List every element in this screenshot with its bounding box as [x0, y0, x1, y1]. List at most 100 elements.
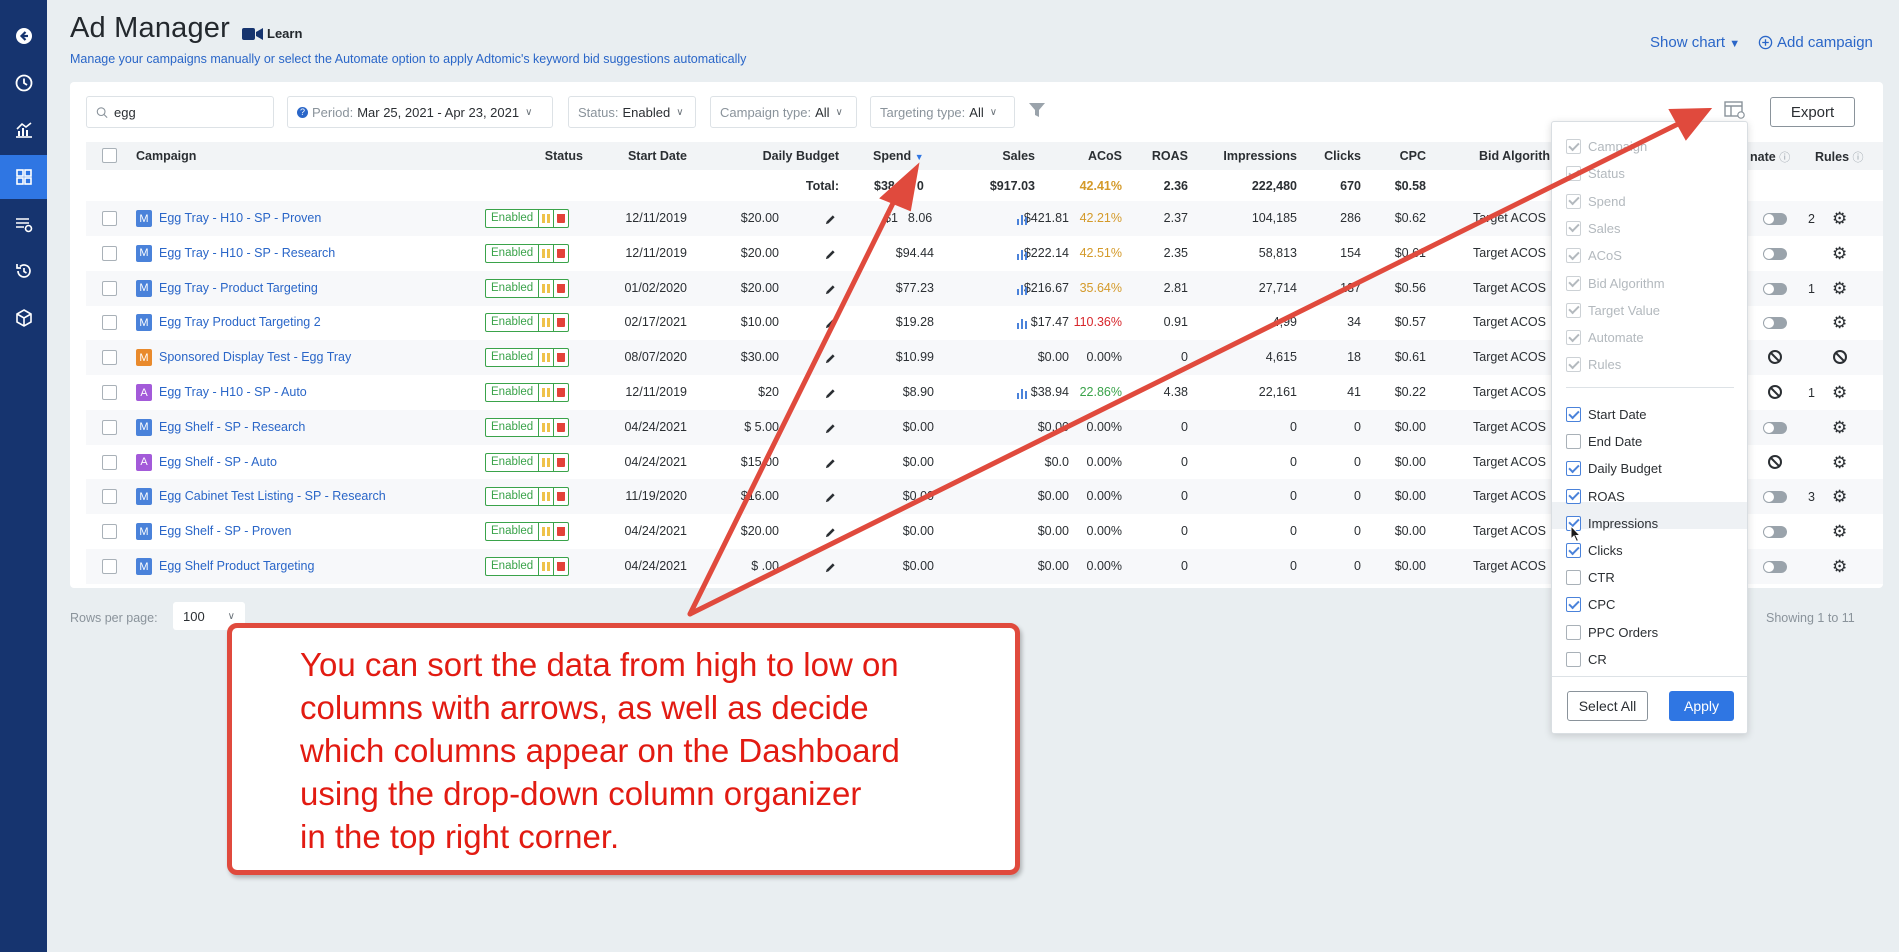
- status-enabled-button[interactable]: Enabled: [486, 419, 538, 436]
- automate-toggle[interactable]: [1763, 247, 1787, 260]
- col-roas[interactable]: ROAS: [1130, 149, 1188, 163]
- gear-icon[interactable]: ⚙: [1832, 454, 1847, 471]
- pause-button[interactable]: [538, 349, 553, 367]
- status-enabled-button[interactable]: Enabled: [486, 245, 538, 262]
- edit-pencil-icon[interactable]: [825, 212, 836, 230]
- delete-button[interactable]: [553, 558, 568, 575]
- row-checkbox[interactable]: [102, 489, 117, 505]
- pause-button[interactable]: [538, 488, 553, 506]
- campaign-name-link[interactable]: Egg Tray Product Targeting 2: [159, 315, 321, 329]
- col-automate[interactable]: nate ⓘ: [1750, 149, 1790, 165]
- gear-icon[interactable]: ⚙: [1832, 280, 1847, 297]
- back-icon[interactable]: [0, 14, 47, 58]
- status-filter[interactable]: Status: Enabled ∨: [568, 96, 696, 128]
- sales-chart-icon[interactable]: [1017, 282, 1027, 300]
- delete-button[interactable]: [553, 453, 568, 471]
- campaign-type-filter[interactable]: Campaign type: All ∨: [710, 96, 857, 128]
- checkbox-unchecked[interactable]: [1566, 651, 1581, 667]
- column-option[interactable]: CPC: [1566, 597, 1615, 613]
- automate-toggle[interactable]: [1763, 421, 1787, 434]
- automate-toggle[interactable]: [1763, 561, 1787, 573]
- row-checkbox[interactable]: [102, 385, 117, 400]
- edit-pencil-icon[interactable]: [825, 490, 836, 508]
- col-acos[interactable]: ACoS: [1050, 149, 1122, 163]
- list-settings-icon[interactable]: [0, 202, 47, 246]
- delete-button[interactable]: [553, 210, 568, 227]
- campaign-name-link[interactable]: Egg Shelf - SP - Research: [159, 420, 305, 434]
- status-enabled-button[interactable]: Enabled: [486, 314, 538, 331]
- row-checkbox[interactable]: [102, 211, 117, 226]
- pause-button[interactable]: [538, 418, 553, 436]
- status-enabled-button[interactable]: Enabled: [486, 349, 538, 366]
- edit-pencil-icon[interactable]: [825, 247, 836, 265]
- row-checkbox[interactable]: [102, 524, 117, 540]
- campaign-name-link[interactable]: Egg Tray - H10 - SP - Proven: [159, 211, 321, 225]
- pause-button[interactable]: [538, 558, 553, 575]
- add-campaign-button[interactable]: Add campaign: [1758, 34, 1873, 51]
- gear-icon[interactable]: ⚙: [1832, 384, 1847, 401]
- status-enabled-button[interactable]: Enabled: [486, 384, 538, 401]
- pause-button[interactable]: [538, 210, 553, 227]
- show-chart-button[interactable]: Show chart ▼: [1650, 34, 1740, 51]
- search-field[interactable]: [86, 96, 274, 128]
- delete-button[interactable]: [553, 418, 568, 436]
- automate-toggle[interactable]: [1763, 317, 1787, 330]
- checkbox-checked[interactable]: [1566, 597, 1581, 613]
- campaign-name-link[interactable]: Egg Cabinet Test Listing - SP - Research: [159, 489, 386, 503]
- select-all-checkbox[interactable]: [102, 148, 117, 163]
- col-rules[interactable]: Rules ⓘ: [1815, 149, 1864, 165]
- delete-button[interactable]: [553, 279, 568, 297]
- period-filter[interactable]: ? Period: Mar 25, 2021 - Apr 23, 2021 ∨: [287, 96, 553, 128]
- delete-button[interactable]: [553, 314, 568, 332]
- status-enabled-button[interactable]: Enabled: [486, 488, 538, 505]
- box-icon[interactable]: [0, 296, 47, 340]
- edit-pencil-icon[interactable]: [825, 525, 836, 543]
- sales-chart-icon[interactable]: [1017, 316, 1027, 334]
- campaign-name-link[interactable]: Egg Tray - H10 - SP - Research: [159, 246, 335, 260]
- pause-button[interactable]: [538, 279, 553, 297]
- campaign-name-link[interactable]: Egg Shelf Product Targeting: [159, 559, 314, 573]
- automate-toggle[interactable]: [1763, 491, 1787, 504]
- pause-button[interactable]: [538, 384, 553, 401]
- col-spend[interactable]: Spend ▼: [873, 149, 924, 163]
- col-daily-budget[interactable]: Daily Budget: [700, 149, 839, 163]
- status-enabled-button[interactable]: Enabled: [486, 210, 538, 227]
- edit-pencil-icon[interactable]: [825, 421, 836, 439]
- row-checkbox[interactable]: [102, 454, 117, 470]
- edit-pencil-icon[interactable]: [825, 560, 836, 578]
- automate-toggle[interactable]: [1763, 526, 1787, 539]
- checkbox-unchecked[interactable]: [1566, 434, 1581, 450]
- col-campaign[interactable]: Campaign: [136, 149, 196, 163]
- sales-chart-icon[interactable]: [1017, 247, 1027, 265]
- targeting-type-filter[interactable]: Targeting type: All ∨: [870, 96, 1015, 128]
- edit-pencil-icon[interactable]: [825, 282, 836, 300]
- delete-button[interactable]: [553, 488, 568, 506]
- column-option[interactable]: CR: [1566, 651, 1607, 667]
- delete-button[interactable]: [553, 384, 568, 401]
- edit-pencil-icon[interactable]: [825, 316, 836, 334]
- sort-down-icon[interactable]: ▼: [915, 152, 924, 162]
- pause-button[interactable]: [538, 523, 553, 541]
- history-icon[interactable]: [0, 249, 47, 293]
- row-checkbox[interactable]: [102, 559, 117, 574]
- campaign-name-link[interactable]: Sponsored Display Test - Egg Tray: [159, 350, 351, 364]
- column-option[interactable]: ROAS: [1566, 488, 1625, 504]
- column-option[interactable]: End Date: [1566, 434, 1642, 450]
- checkbox-checked[interactable]: [1566, 407, 1581, 422]
- dashboard-icon[interactable]: [0, 155, 47, 199]
- apply-button[interactable]: Apply: [1669, 691, 1734, 721]
- col-clicks[interactable]: Clicks: [1310, 149, 1361, 163]
- gear-icon[interactable]: ⚙: [1832, 419, 1847, 436]
- status-enabled-button[interactable]: Enabled: [486, 454, 538, 471]
- row-checkbox[interactable]: [102, 419, 117, 435]
- funnel-filter-icon[interactable]: [1028, 101, 1046, 124]
- gear-icon[interactable]: ⚙: [1832, 314, 1847, 331]
- col-cpc[interactable]: CPC: [1380, 149, 1426, 163]
- search-input[interactable]: [114, 104, 264, 120]
- gear-icon[interactable]: ⚙: [1832, 488, 1847, 505]
- col-impressions[interactable]: Impressions: [1200, 149, 1297, 163]
- delete-button[interactable]: [553, 349, 568, 367]
- edit-pencil-icon[interactable]: [825, 351, 836, 369]
- edit-pencil-icon[interactable]: [825, 386, 836, 404]
- sales-chart-icon[interactable]: [1017, 386, 1027, 404]
